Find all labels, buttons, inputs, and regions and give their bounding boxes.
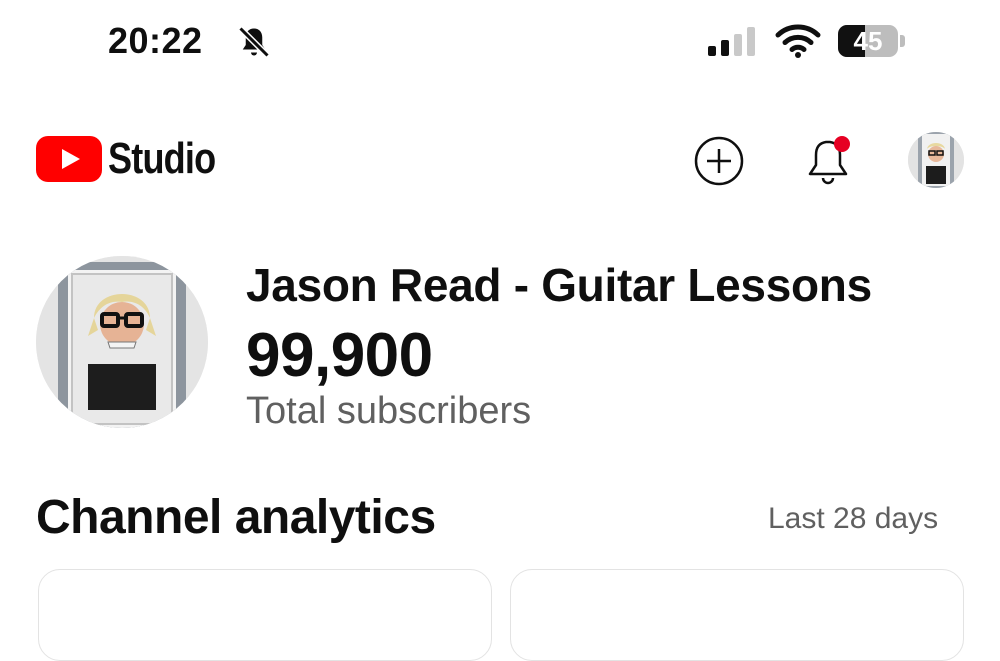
battery-icon: 45 [838, 25, 898, 57]
battery-tip [900, 35, 905, 47]
analytics-card[interactable] [510, 569, 964, 661]
create-button[interactable] [694, 136, 744, 186]
channel-name: Jason Read - Guitar Lessons [246, 259, 872, 311]
analytics-card[interactable] [38, 569, 492, 661]
period-selector[interactable]: Last 28 days [768, 502, 938, 536]
section-title: Channel analytics [36, 491, 436, 544]
wifi-icon [775, 24, 821, 58]
channel-avatar[interactable] [36, 256, 208, 428]
notification-bell-icon [808, 136, 850, 185]
plus-circle-icon [694, 136, 744, 186]
notifications-button[interactable] [804, 132, 854, 186]
status-time: 20:22 [108, 20, 203, 61]
account-avatar [908, 132, 964, 188]
notification-dot [834, 136, 850, 152]
brand-name: Studio [108, 134, 216, 183]
channel-avatar-image [36, 256, 208, 428]
subscriber-label: Total subscribers [246, 390, 532, 432]
youtube-logo-icon[interactable] [36, 136, 102, 182]
account-avatar-button[interactable] [908, 132, 964, 188]
cellular-signal-icon [708, 26, 755, 56]
bell-slash-icon [238, 26, 270, 58]
battery-percent: 45 [853, 26, 883, 56]
subscriber-count: 99,900 [246, 321, 433, 390]
